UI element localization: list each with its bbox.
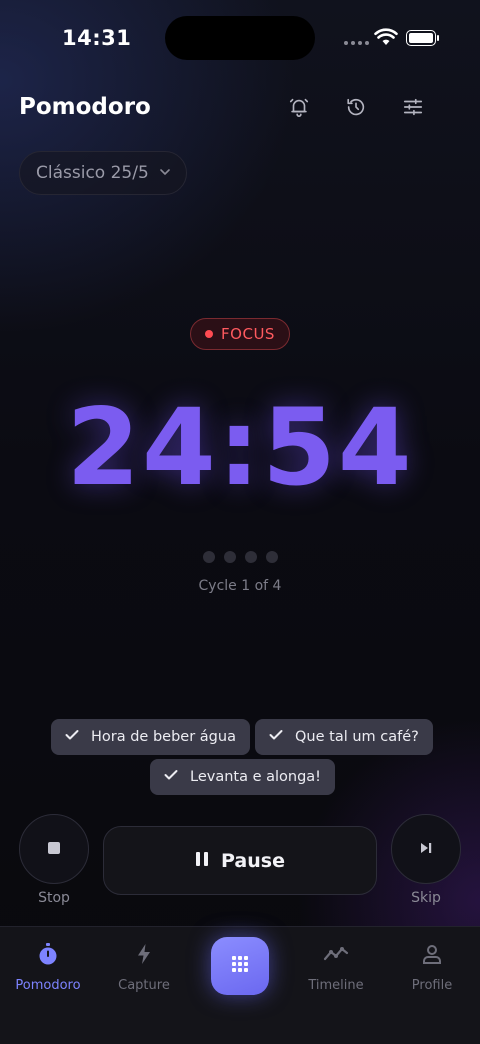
wifi-icon <box>374 28 398 50</box>
stop-button[interactable] <box>19 814 89 884</box>
nav-item-timeline[interactable]: Timeline <box>288 942 384 993</box>
skip-icon <box>419 840 433 859</box>
user-icon <box>420 942 444 970</box>
cycle-dot <box>244 551 257 563</box>
signal-icon <box>344 41 369 45</box>
stop-label: Stop <box>38 890 70 906</box>
pause-label: Pause <box>221 849 285 872</box>
nav-label: Capture <box>118 978 170 993</box>
grid-menu-button[interactable] <box>211 937 269 995</box>
reminder-label: Hora de beber água <box>91 729 236 745</box>
cycle-progress-dots <box>0 551 480 563</box>
dynamic-island <box>165 16 315 60</box>
check-icon <box>164 769 178 785</box>
cycle-dot <box>202 551 215 563</box>
chevron-down-icon <box>159 163 171 183</box>
history-icon[interactable] <box>343 94 369 120</box>
mode-badge: FOCUS <box>190 318 290 350</box>
status-dot-icon <box>205 330 214 338</box>
nav-label: Pomodoro <box>15 978 81 993</box>
reminder-chip[interactable]: Que tal um café? <box>255 719 433 755</box>
preset-dropdown[interactable]: Clássico 25/5 <box>19 151 187 195</box>
page-title: Pomodoro <box>19 94 151 120</box>
mode-label: FOCUS <box>221 325 275 343</box>
nav-label: Profile <box>411 978 453 993</box>
skip-button[interactable] <box>391 814 461 884</box>
reminder-label: Levanta e alonga! <box>190 769 321 785</box>
check-icon <box>65 729 79 745</box>
reminder-chip[interactable]: Levanta e alonga! <box>150 759 335 795</box>
skip-label: Skip <box>411 890 441 906</box>
battery-icon <box>406 30 439 46</box>
nav-item-capture[interactable]: Capture <box>96 942 192 993</box>
preset-label: Clássico 25/5 <box>36 163 149 183</box>
stop-icon <box>47 840 61 859</box>
reminder-chip[interactable]: Hora de beber água <box>51 719 250 755</box>
sliders-icon[interactable] <box>400 94 426 120</box>
cycle-dot <box>265 551 278 563</box>
bolt-icon <box>132 942 156 970</box>
nav-item-pomodoro[interactable]: Pomodoro <box>0 942 96 993</box>
grid-icon <box>230 954 250 978</box>
cycle-counter: Cycle 1 of 4 <box>198 578 282 594</box>
nav-item-profile[interactable]: Profile <box>384 942 480 993</box>
timer-display: 24:54 <box>66 386 414 509</box>
bell-icon[interactable] <box>286 94 312 120</box>
status-time: 14:31 <box>62 26 132 50</box>
cycle-dot <box>223 551 236 563</box>
pause-button[interactable]: Pause <box>103 826 377 895</box>
reminder-label: Que tal um café? <box>295 729 419 745</box>
check-icon <box>269 729 283 745</box>
nav-label: Timeline <box>308 978 364 993</box>
trend-icon <box>323 942 349 970</box>
stopwatch-icon <box>36 942 60 970</box>
pause-icon <box>195 850 209 872</box>
